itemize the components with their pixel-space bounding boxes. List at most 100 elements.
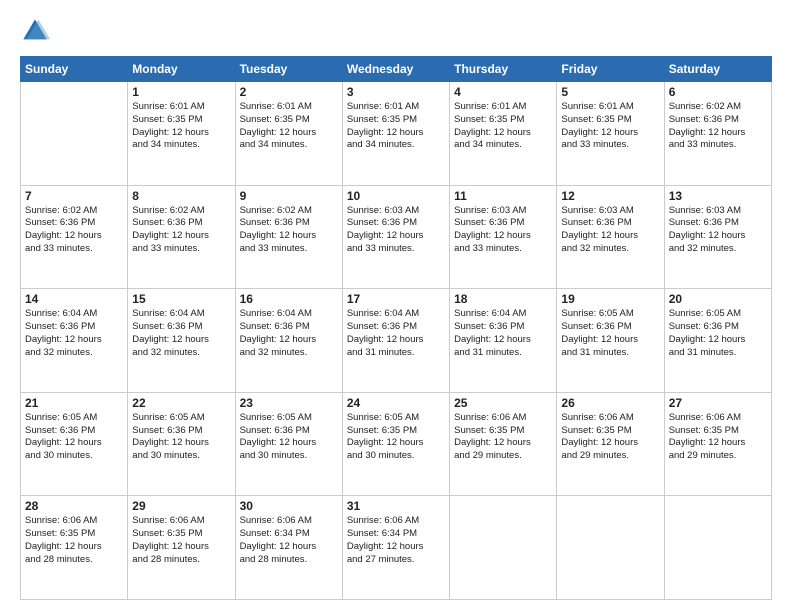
cell-day-number: 16 [240,292,338,306]
calendar-cell: 25Sunrise: 6:06 AMSunset: 6:35 PMDayligh… [450,392,557,496]
calendar-cell: 14 Sunrise: 6:04 AMSunset: 6:36 PMDayligh… [21,289,128,393]
calendar-cell: 30 Sunrise: 6:06 AMSunset: 6:34 PMDayligh… [235,496,342,600]
cell-info: Sunrise: 6:04 AMSunset: 6:36 PMDaylight:… [25,308,123,359]
calendar-table: SundayMondayTuesdayWednesdayThursdayFrid… [20,56,772,600]
cell-info: Sunrise: 6:05 AMSunset: 6:36 PMDaylight:… [561,308,659,359]
cell-info: Sunrise: 6:01 AMSunset: 6:35 PMDaylight:… [347,101,445,152]
calendar-week-4: 21 Sunrise: 6:05 AMSunset: 6:36 PMDayligh… [21,392,772,496]
header [20,16,772,46]
cell-info: Sunrise: 6:06 AMSunset: 6:35 PMDaylight:… [561,412,659,463]
cell-info: Sunrise: 6:04 AMSunset: 6:36 PMDaylight:… [347,308,445,359]
calendar-header-row: SundayMondayTuesdayWednesdayThursdayFrid… [21,57,772,82]
calendar-cell: 4Sunrise: 6:01 AMSunset: 6:35 PMDaylight… [450,82,557,186]
calendar-cell: 15 Sunrise: 6:04 AMSunset: 6:36 PMDayligh… [128,289,235,393]
cell-day-number: 4 [454,85,552,99]
cell-day-number: 2 [240,85,338,99]
cell-day-number: 24 [347,396,445,410]
cell-info: Sunrise: 6:06 AMSunset: 6:35 PMDaylight:… [25,515,123,566]
cell-info: Sunrise: 6:06 AMSunset: 6:34 PMDaylight:… [347,515,445,566]
cell-info: Sunrise: 6:04 AMSunset: 6:36 PMDaylight:… [240,308,338,359]
cell-day-number: 11 [454,189,552,203]
calendar-cell: 27 Sunrise: 6:06 AMSunset: 6:35 PMDayligh… [664,392,771,496]
calendar-week-2: 7 Sunrise: 6:02 AMSunset: 6:36 PMDaylight… [21,185,772,289]
calendar-cell: 13 Sunrise: 6:03 AMSunset: 6:36 PMDayligh… [664,185,771,289]
calendar-cell: 12 Sunrise: 6:03 AMSunset: 6:36 PMDayligh… [557,185,664,289]
cell-info: Sunrise: 6:02 AMSunset: 6:36 PMDaylight:… [132,205,230,256]
day-header-saturday: Saturday [664,57,771,82]
cell-day-number: 22 [132,396,230,410]
cell-day-number: 31 [347,499,445,513]
cell-day-number: 7 [25,189,123,203]
cell-info: Sunrise: 6:03 AMSunset: 6:36 PMDaylight:… [454,205,552,256]
day-header-friday: Friday [557,57,664,82]
logo-icon [20,16,50,46]
cell-info: Sunrise: 6:06 AMSunset: 6:35 PMDaylight:… [454,412,552,463]
cell-day-number: 21 [25,396,123,410]
cell-info: Sunrise: 6:05 AMSunset: 6:36 PMDaylight:… [132,412,230,463]
calendar-cell: 28 Sunrise: 6:06 AMSunset: 6:35 PMDayligh… [21,496,128,600]
calendar-cell: 8 Sunrise: 6:02 AMSunset: 6:36 PMDaylight… [128,185,235,289]
day-header-monday: Monday [128,57,235,82]
cell-info: Sunrise: 6:01 AMSunset: 6:35 PMDaylight:… [561,101,659,152]
calendar-cell: 22 Sunrise: 6:05 AMSunset: 6:36 PMDayligh… [128,392,235,496]
cell-day-number: 8 [132,189,230,203]
calendar-cell [557,496,664,600]
calendar-cell: 10Sunrise: 6:03 AMSunset: 6:36 PMDayligh… [342,185,449,289]
cell-day-number: 1 [132,85,230,99]
cell-day-number: 3 [347,85,445,99]
calendar-cell: 5 Sunrise: 6:01 AMSunset: 6:35 PMDaylight… [557,82,664,186]
calendar-cell: 20Sunrise: 6:05 AMSunset: 6:36 PMDayligh… [664,289,771,393]
calendar-cell: 11 Sunrise: 6:03 AMSunset: 6:36 PMDayligh… [450,185,557,289]
calendar-cell: 17Sunrise: 6:04 AMSunset: 6:36 PMDayligh… [342,289,449,393]
calendar-cell [664,496,771,600]
cell-info: Sunrise: 6:02 AMSunset: 6:36 PMDaylight:… [240,205,338,256]
day-header-thursday: Thursday [450,57,557,82]
calendar-cell: 21 Sunrise: 6:05 AMSunset: 6:36 PMDayligh… [21,392,128,496]
logo [20,16,54,46]
cell-day-number: 10 [347,189,445,203]
calendar-cell: 6Sunrise: 6:02 AMSunset: 6:36 PMDaylight… [664,82,771,186]
cell-day-number: 13 [669,189,767,203]
cell-day-number: 30 [240,499,338,513]
cell-day-number: 15 [132,292,230,306]
calendar-cell: 9 Sunrise: 6:02 AMSunset: 6:36 PMDaylight… [235,185,342,289]
cell-day-number: 26 [561,396,659,410]
calendar-cell: 16 Sunrise: 6:04 AMSunset: 6:36 PMDayligh… [235,289,342,393]
cell-info: Sunrise: 6:03 AMSunset: 6:36 PMDaylight:… [669,205,767,256]
cell-day-number: 12 [561,189,659,203]
cell-day-number: 5 [561,85,659,99]
cell-day-number: 29 [132,499,230,513]
calendar-cell: 2 Sunrise: 6:01 AMSunset: 6:35 PMDaylight… [235,82,342,186]
cell-day-number: 18 [454,292,552,306]
calendar-week-1: 1 Sunrise: 6:01 AMSunset: 6:35 PMDaylight… [21,82,772,186]
calendar-cell: 3 Sunrise: 6:01 AMSunset: 6:35 PMDaylight… [342,82,449,186]
cell-day-number: 27 [669,396,767,410]
cell-day-number: 6 [669,85,767,99]
cell-info: Sunrise: 6:01 AMSunset: 6:35 PMDaylight:… [132,101,230,152]
cell-info: Sunrise: 6:02 AMSunset: 6:36 PMDaylight:… [25,205,123,256]
day-header-wednesday: Wednesday [342,57,449,82]
cell-info: Sunrise: 6:03 AMSunset: 6:36 PMDaylight:… [561,205,659,256]
day-header-sunday: Sunday [21,57,128,82]
calendar-cell: 23Sunrise: 6:05 AMSunset: 6:36 PMDayligh… [235,392,342,496]
cell-info: Sunrise: 6:01 AMSunset: 6:35 PMDaylight:… [240,101,338,152]
cell-info: Sunrise: 6:05 AMSunset: 6:36 PMDaylight:… [25,412,123,463]
calendar-cell: 26 Sunrise: 6:06 AMSunset: 6:35 PMDayligh… [557,392,664,496]
cell-info: Sunrise: 6:04 AMSunset: 6:36 PMDaylight:… [132,308,230,359]
calendar-cell: 24Sunrise: 6:05 AMSunset: 6:35 PMDayligh… [342,392,449,496]
calendar-cell: 19Sunrise: 6:05 AMSunset: 6:36 PMDayligh… [557,289,664,393]
calendar-week-3: 14 Sunrise: 6:04 AMSunset: 6:36 PMDayligh… [21,289,772,393]
cell-info: Sunrise: 6:06 AMSunset: 6:35 PMDaylight:… [669,412,767,463]
cell-day-number: 9 [240,189,338,203]
cell-day-number: 28 [25,499,123,513]
day-header-tuesday: Tuesday [235,57,342,82]
cell-info: Sunrise: 6:06 AMSunset: 6:35 PMDaylight:… [132,515,230,566]
calendar-cell: 29 Sunrise: 6:06 AMSunset: 6:35 PMDayligh… [128,496,235,600]
calendar-cell: 7 Sunrise: 6:02 AMSunset: 6:36 PMDaylight… [21,185,128,289]
calendar-cell: 1 Sunrise: 6:01 AMSunset: 6:35 PMDaylight… [128,82,235,186]
cell-info: Sunrise: 6:06 AMSunset: 6:34 PMDaylight:… [240,515,338,566]
cell-day-number: 14 [25,292,123,306]
cell-info: Sunrise: 6:04 AMSunset: 6:36 PMDaylight:… [454,308,552,359]
cell-day-number: 20 [669,292,767,306]
calendar-cell: 18 Sunrise: 6:04 AMSunset: 6:36 PMDayligh… [450,289,557,393]
